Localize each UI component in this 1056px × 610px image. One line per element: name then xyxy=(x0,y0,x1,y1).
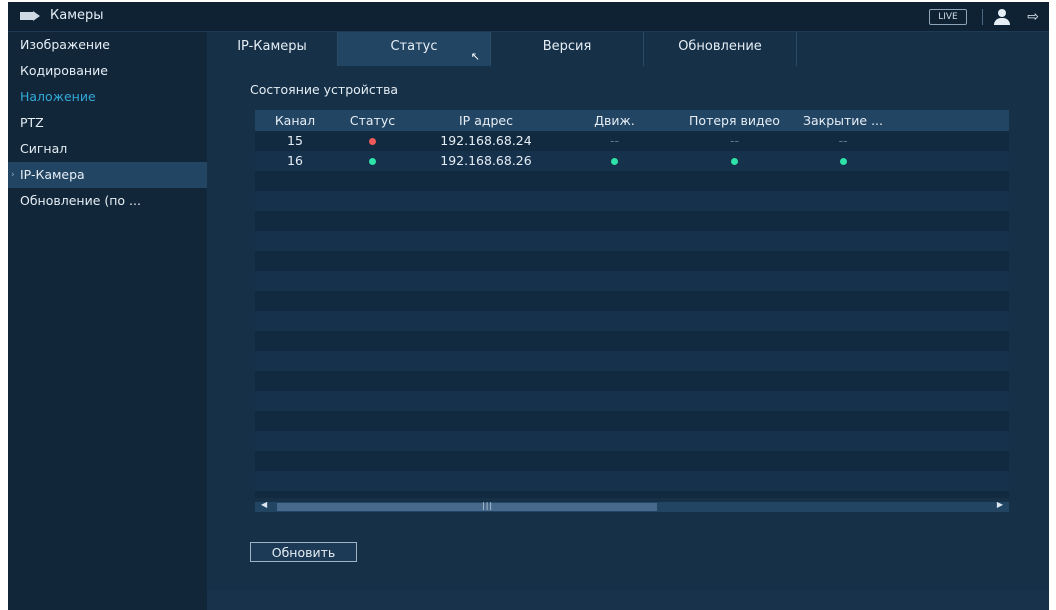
table-row[interactable]: 16 192.168.68.26 xyxy=(255,151,1009,171)
table-row xyxy=(255,391,1009,411)
column-header-channel[interactable]: Канал xyxy=(255,110,335,131)
sidebar-item-ptz[interactable]: PTZ xyxy=(8,110,207,136)
camera-icon xyxy=(20,10,42,22)
cell-channel: 15 xyxy=(287,133,303,148)
sidebar-item-label: Кодирование xyxy=(20,63,108,78)
table-row[interactable]: 15 192.168.68.24 -- -- -- xyxy=(255,131,1009,151)
cell-video-loss xyxy=(667,151,802,171)
sidebar-item-overlay[interactable]: Наложение xyxy=(8,84,207,110)
sidebar-item-label: Сигнал xyxy=(20,141,68,156)
table-row xyxy=(255,331,1009,351)
motion-ok-icon xyxy=(611,158,618,165)
horizontal-scrollbar[interactable]: ◀ ||| ▶ xyxy=(255,500,1009,512)
cell-tamper xyxy=(802,151,884,171)
grip-icon: ||| xyxy=(482,501,494,510)
cell-tamper: -- xyxy=(838,133,848,148)
sidebar-item-ip-camera[interactable]: › IP-Камера xyxy=(8,162,207,188)
user-icon[interactable] xyxy=(993,9,1011,25)
divider xyxy=(982,9,983,25)
cell-ip: 192.168.68.24 xyxy=(440,133,532,148)
column-header-ip[interactable]: IP адрес xyxy=(410,110,562,131)
table-header: Канал Статус IP адрес Движ. Потеря видео… xyxy=(255,110,1009,131)
tab-bar: IP-Камеры Статус ↖ Версия Обновление xyxy=(207,32,797,66)
tamper-ok-icon xyxy=(839,158,847,165)
sidebar-item-update[interactable]: Обновление (по ... xyxy=(8,188,207,214)
table-row xyxy=(255,171,1009,191)
cell-status xyxy=(335,131,410,151)
column-header-tamper[interactable]: Закрытие ... xyxy=(802,110,884,131)
sidebar-item-label: Наложение xyxy=(20,89,96,104)
sidebar-item-signal[interactable]: Сигнал xyxy=(8,136,207,162)
chevron-right-icon: › xyxy=(11,170,15,180)
tab-label: IP-Камеры xyxy=(237,39,307,54)
tab-status[interactable]: Статус ↖ xyxy=(338,32,491,66)
bottom-strip xyxy=(207,590,1049,610)
top-bar: Камеры LIVE ⇨ xyxy=(8,2,1049,32)
tab-label: Версия xyxy=(542,39,592,54)
table-row xyxy=(255,191,1009,211)
cell-motion xyxy=(562,151,667,171)
sidebar-item-label: Изображение xyxy=(20,37,110,52)
table-row xyxy=(255,271,1009,291)
section-title: Состояние устройства xyxy=(250,82,399,97)
table-row xyxy=(255,231,1009,251)
cell-motion: -- xyxy=(609,133,620,148)
cell-status xyxy=(335,151,410,171)
table-row xyxy=(255,291,1009,311)
table-row xyxy=(255,371,1009,391)
tab-update[interactable]: Обновление xyxy=(644,32,797,66)
scroll-right-icon[interactable]: ▶ xyxy=(997,500,1003,509)
live-button[interactable]: LIVE xyxy=(929,9,967,25)
sidebar-item-image[interactable]: Изображение xyxy=(8,32,207,58)
refresh-button[interactable]: Обновить xyxy=(250,542,357,562)
table-row xyxy=(255,251,1009,271)
table-body: 15 192.168.68.24 -- -- -- 16 192.168.68.… xyxy=(255,131,1009,491)
tab-label: Обновление xyxy=(678,39,762,54)
cell-channel: 16 xyxy=(287,153,303,168)
table-row xyxy=(255,451,1009,471)
sidebar-item-label: IP-Камера xyxy=(20,167,85,182)
status-offline-icon xyxy=(369,138,376,145)
table-row xyxy=(255,211,1009,231)
main-panel: IP-Камеры Статус ↖ Версия Обновление Сост… xyxy=(207,32,1049,610)
mouse-cursor-icon: ↖ xyxy=(470,50,480,63)
sidebar-item-label: Обновление (по ... xyxy=(20,193,141,208)
video-ok-icon xyxy=(731,158,738,165)
window-title: Камеры xyxy=(20,8,104,23)
window-title-text: Камеры xyxy=(50,8,104,23)
tab-ip-cameras[interactable]: IP-Камеры xyxy=(207,32,338,66)
cell-video-loss: -- xyxy=(729,133,740,148)
device-status-table: Канал Статус IP адрес Движ. Потеря видео… xyxy=(255,110,1009,498)
table-row xyxy=(255,411,1009,431)
table-row xyxy=(255,311,1009,331)
logout-icon[interactable]: ⇨ xyxy=(1027,8,1039,26)
sidebar-item-label: PTZ xyxy=(20,115,44,130)
scroll-left-icon[interactable]: ◀ xyxy=(261,500,267,509)
sidebar-item-encoding[interactable]: Кодирование xyxy=(8,58,207,84)
sidebar: Изображение Кодирование Наложение PTZ Си… xyxy=(8,32,207,610)
tab-version[interactable]: Версия xyxy=(491,32,644,66)
table-row xyxy=(255,471,1009,491)
scrollbar-thumb[interactable]: ||| xyxy=(277,501,657,511)
column-header-status[interactable]: Статус xyxy=(335,110,410,131)
tab-label: Статус xyxy=(390,39,438,54)
table-row xyxy=(255,431,1009,451)
column-header-motion[interactable]: Движ. xyxy=(562,110,667,131)
column-header-video-loss[interactable]: Потеря видео xyxy=(667,110,802,131)
status-online-icon xyxy=(369,158,376,165)
table-row xyxy=(255,351,1009,371)
cell-ip: 192.168.68.26 xyxy=(440,153,532,168)
